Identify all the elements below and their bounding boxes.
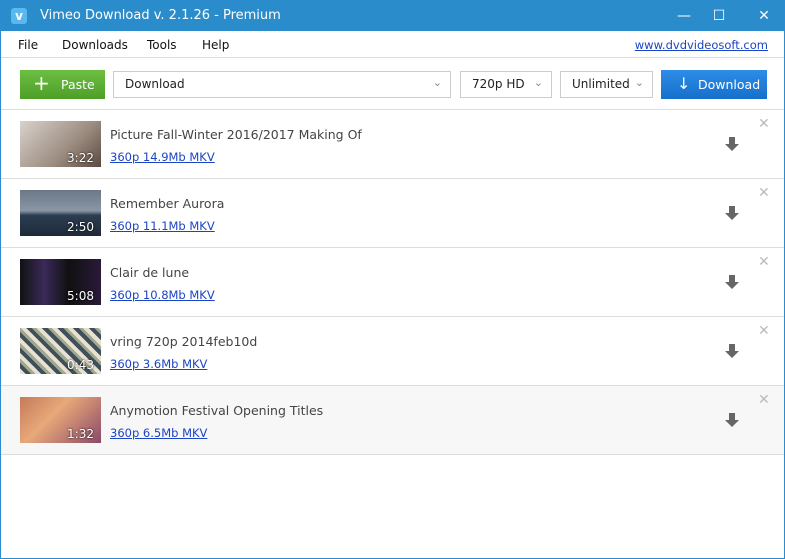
download-arrow-icon[interactable] <box>724 136 740 152</box>
video-title: vring 720p 2014feb10d <box>110 334 258 349</box>
format-link[interactable]: 360p 6.5Mb MKV <box>110 426 207 440</box>
video-thumbnail: 1:32 <box>20 397 101 443</box>
mode-select[interactable]: Download ⌄ <box>113 71 451 98</box>
paste-label: Paste <box>61 77 95 92</box>
video-thumbnail: 5:08 <box>20 259 101 305</box>
menu-bar: File Downloads Tools Help www.dvdvideoso… <box>1 31 784 58</box>
download-arrow-icon[interactable] <box>724 343 740 359</box>
format-link[interactable]: 360p 10.8Mb MKV <box>110 288 215 302</box>
speed-select[interactable]: Unlimited ⌄ <box>560 71 653 98</box>
video-thumbnail: 2:50 <box>20 190 101 236</box>
download-arrow-icon[interactable] <box>724 205 740 221</box>
chevron-down-icon: ⌄ <box>533 76 543 89</box>
video-thumbnail: 0:43 <box>20 328 101 374</box>
video-row[interactable]: 1:32 Anymotion Festival Opening Titles 3… <box>1 386 784 455</box>
title-bar: v Vimeo Download v. 2.1.26 - Premium — ☐… <box>1 1 784 31</box>
video-title: Remember Aurora <box>110 196 225 211</box>
remove-icon[interactable]: ✕ <box>758 392 770 408</box>
quality-value: 720p HD <box>472 77 525 91</box>
plus-icon: + <box>33 71 50 95</box>
duration: 2:50 <box>67 220 94 234</box>
chevron-down-icon: ⌄ <box>634 76 644 89</box>
close-button[interactable]: ✕ <box>744 1 784 31</box>
download-button[interactable]: ↓ Download <box>661 70 767 99</box>
download-arrow-icon[interactable] <box>724 274 740 290</box>
menu-tools[interactable]: Tools <box>147 38 177 52</box>
format-link[interactable]: 360p 14.9Mb MKV <box>110 150 215 164</box>
minimize-button[interactable]: — <box>664 1 704 31</box>
duration: 5:08 <box>67 289 94 303</box>
paste-button[interactable]: + Paste <box>20 70 105 99</box>
remove-icon[interactable]: ✕ <box>758 254 770 270</box>
mode-value: Download <box>125 77 185 91</box>
duration: 3:22 <box>67 151 94 165</box>
toolbar: + Paste Download ⌄ 720p HD ⌄ Unlimited ⌄ ↓ Do… <box>1 58 784 110</box>
remove-icon[interactable]: ✕ <box>758 185 770 201</box>
speed-value: Unlimited <box>572 77 630 91</box>
download-arrow-icon[interactable] <box>724 412 740 428</box>
download-label: Download <box>698 77 761 92</box>
video-row[interactable]: 5:08 Clair de lune 360p 10.8Mb MKV ✕ <box>1 248 784 317</box>
video-row[interactable]: 2:50 Remember Aurora 360p 11.1Mb MKV ✕ <box>1 179 784 248</box>
menu-file[interactable]: File <box>18 38 38 52</box>
window-title: Vimeo Download v. 2.1.26 - Premium <box>40 8 281 23</box>
video-title: Picture Fall-Winter 2016/2017 Making Of <box>110 127 362 142</box>
menu-help[interactable]: Help <box>202 38 229 52</box>
arrow-down-icon: ↓ <box>677 74 691 93</box>
video-thumbnail: 3:22 <box>20 121 101 167</box>
app-window: v Vimeo Download v. 2.1.26 - Premium — ☐… <box>0 0 785 559</box>
website-link[interactable]: www.dvdvideosoft.com <box>635 38 768 52</box>
format-link[interactable]: 360p 3.6Mb MKV <box>110 357 207 371</box>
duration: 1:32 <box>67 427 94 441</box>
maximize-button[interactable]: ☐ <box>699 1 739 31</box>
video-title: Clair de lune <box>110 265 190 280</box>
format-link[interactable]: 360p 11.1Mb MKV <box>110 219 215 233</box>
menu-downloads[interactable]: Downloads <box>62 38 128 52</box>
remove-icon[interactable]: ✕ <box>758 323 770 339</box>
chevron-down-icon: ⌄ <box>432 76 442 89</box>
vimeo-logo-icon: v <box>11 8 27 24</box>
quality-select[interactable]: 720p HD ⌄ <box>460 71 552 98</box>
remove-icon[interactable]: ✕ <box>758 116 770 132</box>
video-title: Anymotion Festival Opening Titles <box>110 403 324 418</box>
video-row[interactable]: 0:43 vring 720p 2014feb10d 360p 3.6Mb MK… <box>1 317 784 386</box>
duration: 0:43 <box>67 358 94 372</box>
video-row[interactable]: 3:22 Picture Fall-Winter 2016/2017 Makin… <box>1 110 784 179</box>
